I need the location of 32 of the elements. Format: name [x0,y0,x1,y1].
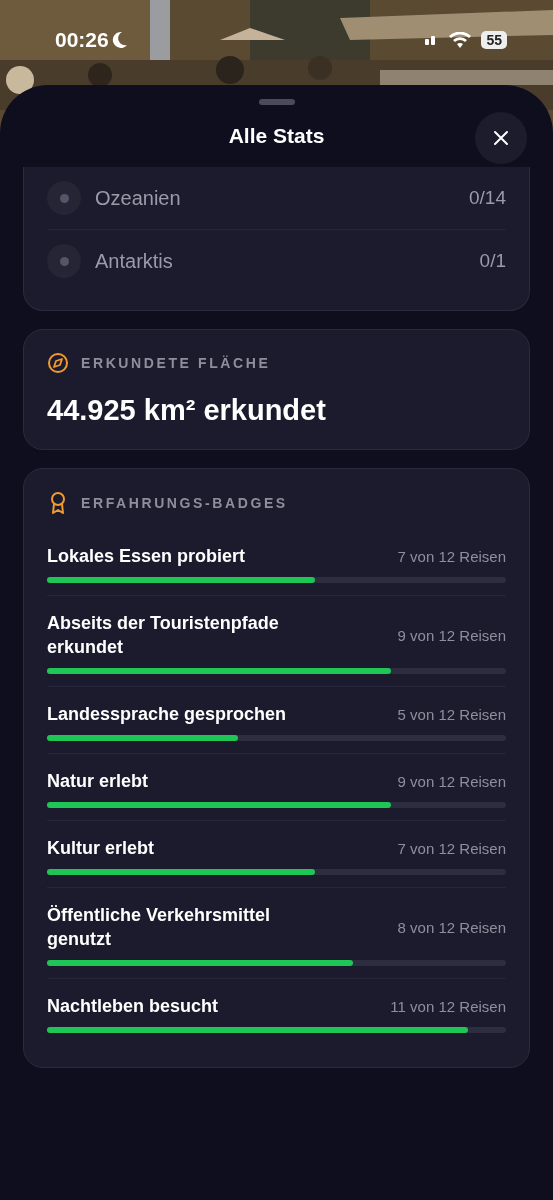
close-icon [493,130,509,146]
continent-count: 0/14 [469,187,506,209]
badge-count: 11 von 12 Reisen [390,997,506,1015]
continent-name: Ozeanien [95,186,181,210]
badge-count: 7 von 12 Reisen [397,547,506,565]
badge-name: Kultur erlebt [47,837,154,860]
badge-name: Öffentliche Verkehrsmittel genutzt [47,904,272,951]
drag-handle[interactable] [258,99,295,105]
compass-icon [47,352,69,374]
status-dot-icon [47,181,81,215]
sheet-title: Alle Stats [228,124,325,148]
badge-name: Natur erlebt [47,770,149,793]
continent-count: 0/1 [479,250,506,272]
badge-name: Abseits der Touristenpfade erkundet [47,612,280,659]
badge-count: 9 von 12 Reisen [397,626,506,644]
badge-count: 5 von 12 Reisen [397,705,506,723]
badge-name: Lokales Essen probiert [47,545,246,568]
badge-name: Landessprache gesprochen [47,703,287,726]
wifi-icon [449,32,472,48]
area-value: 44.925 km² erkundet [47,394,327,427]
section-heading: ERKUNDETE FLÄCHE [81,355,271,371]
badge-count: 9 von 12 Reisen [397,772,506,790]
continent-name: Antarktis [95,249,173,273]
moon-icon [111,31,128,49]
clock-time: 00:26 [55,28,109,52]
section-heading: ERFAHRUNGS-BADGES [81,495,288,511]
battery-level: 55 [481,31,507,49]
badge-count: 7 von 12 Reisen [397,839,506,857]
badge-name: Nachtleben besucht [47,995,219,1018]
close-button[interactable] [475,112,527,164]
badge-count: 8 von 12 Reisen [397,918,506,936]
status-dot-icon [47,244,81,278]
